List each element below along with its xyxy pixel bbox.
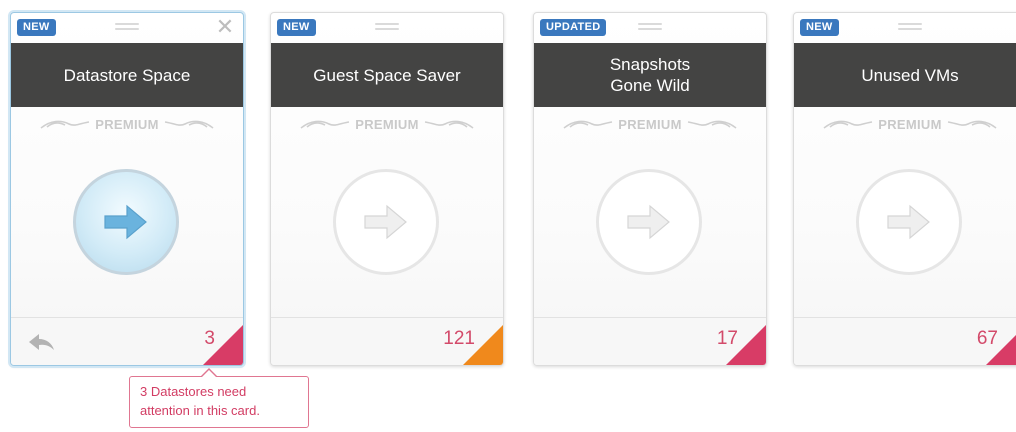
open-card-button[interactable]: [333, 169, 439, 275]
open-card-button[interactable]: [856, 169, 962, 275]
right-flourish-icon: [424, 120, 474, 129]
drag-handle-icon[interactable]: [375, 23, 399, 30]
card-title: Datastore Space: [11, 43, 243, 107]
right-flourish-icon: [687, 120, 737, 129]
premium-text: PREMIUM: [95, 116, 159, 132]
left-flourish-icon: [823, 120, 873, 129]
right-flourish-icon: [947, 120, 997, 129]
premium-label: PREMIUM: [534, 116, 766, 132]
alert-corner: [463, 325, 503, 365]
card-guest-space-saver[interactable]: NEW Guest Space Saver PREMIUM 121: [270, 12, 504, 366]
card-title: Guest Space Saver: [271, 43, 503, 107]
card-footer: 17: [534, 317, 766, 365]
arrow-right-icon: [887, 204, 930, 240]
premium-label: PREMIUM: [271, 116, 503, 132]
card-snapshots-gone-wild[interactable]: UPDATED Snapshots Gone Wild PREMIUM 17: [533, 12, 767, 366]
new-badge: NEW: [277, 19, 316, 36]
drag-handle-icon[interactable]: [898, 23, 922, 30]
card-title: Unused VMs: [794, 43, 1016, 107]
back-arrow-icon[interactable]: [27, 333, 55, 351]
close-icon[interactable]: ✕: [215, 16, 235, 38]
open-card-button[interactable]: [73, 169, 179, 275]
updated-badge: UPDATED: [540, 19, 607, 36]
arrow-right-icon: [364, 204, 407, 240]
alert-corner: [203, 325, 243, 365]
left-flourish-icon: [300, 120, 350, 129]
premium-text: PREMIUM: [878, 116, 942, 132]
premium-text: PREMIUM: [355, 116, 419, 132]
alert-corner: [726, 325, 766, 365]
premium-label: PREMIUM: [794, 116, 1016, 132]
attention-tooltip: 3 Datastores need attention in this card…: [129, 368, 309, 428]
open-card-button[interactable]: [596, 169, 702, 275]
drag-handle-icon[interactable]: [638, 23, 662, 30]
arrow-right-icon: [104, 204, 147, 240]
card-unused-vms[interactable]: NEW Unused VMs PREMIUM 67: [793, 12, 1016, 366]
new-badge: NEW: [17, 19, 56, 36]
tooltip-line-1: 3 Datastores need: [140, 384, 247, 399]
alert-corner: [986, 325, 1016, 365]
card-footer: 67: [794, 317, 1016, 365]
right-flourish-icon: [164, 120, 214, 129]
card-title: Snapshots Gone Wild: [534, 43, 766, 107]
card-footer: 121: [271, 317, 503, 365]
new-badge: NEW: [800, 19, 839, 36]
card-footer: 3: [11, 317, 243, 365]
premium-text: PREMIUM: [618, 116, 682, 132]
tooltip-line-2: attention in this card.: [140, 403, 260, 418]
left-flourish-icon: [563, 120, 613, 129]
arrow-right-icon: [627, 204, 670, 240]
drag-handle-icon[interactable]: [115, 23, 139, 30]
premium-label: PREMIUM: [11, 116, 243, 132]
left-flourish-icon: [40, 120, 90, 129]
card-datastore-space[interactable]: NEW ✕ Datastore Space PREMIUM 3: [10, 12, 244, 366]
